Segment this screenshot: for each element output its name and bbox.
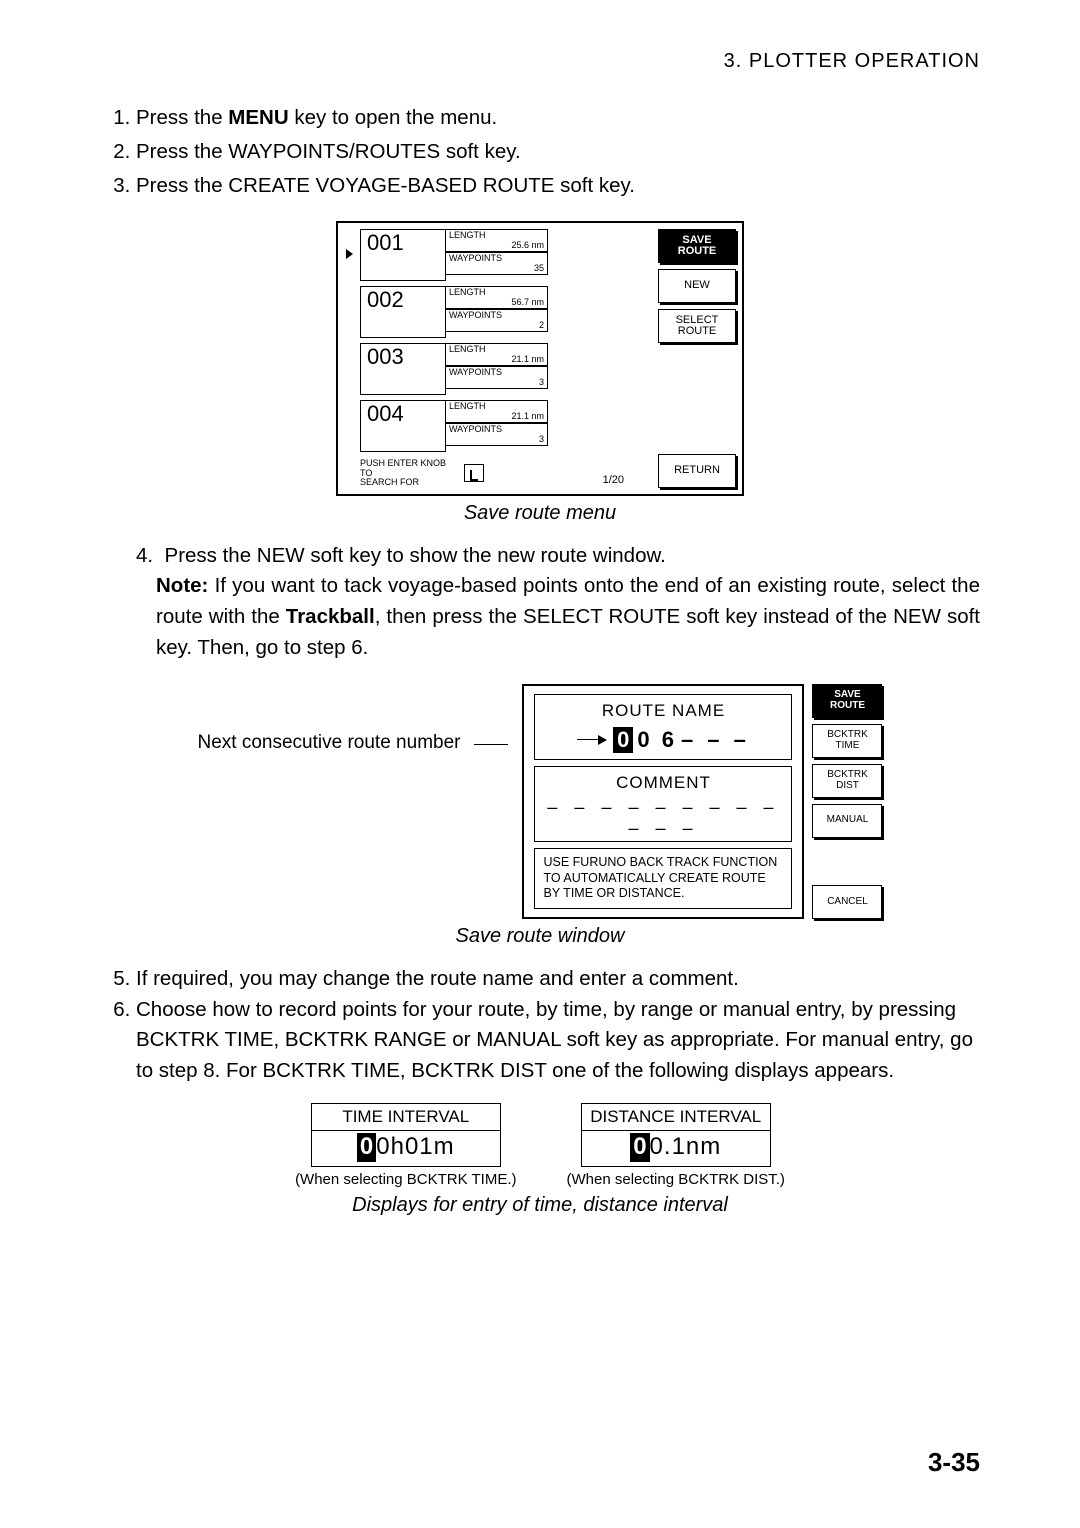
text: Press the WAYPOINTS/ROUTES soft key. [136,140,521,163]
note-label: Note: [156,574,208,597]
placeholder: – – – [681,727,750,753]
cursor-icon [470,470,478,481]
callout-label: Next consecutive route number [198,732,461,754]
pager: 1/20 [603,474,624,486]
route-row: 002 LENGTH56.7 nm WAYPOINTS2 [360,286,548,338]
route-row: 003 LENGTH21.1 nm WAYPOINTS3 [360,343,548,395]
route-id: 004 [360,400,446,452]
time-interval-box: TIME INTERVAL 00h01m [311,1103,501,1167]
text: BY TIME OR DISTANCE. [543,886,783,902]
label: TIME INTERVAL [312,1104,500,1131]
route-row: 001 LENGTH25.6 nm WAYPOINTS35 [360,229,548,281]
bcktrk-dist-button[interactable]: BCKTRKDIST [812,764,882,798]
label: WAYPOINTS [449,425,544,434]
text: SEARCH FOR [360,478,460,487]
value: 2 [449,321,544,330]
text: TO AUTOMATICALLY CREATE ROUTE [543,871,783,887]
steps-list-1: Press the MENU key to open the menu. Pre… [108,103,980,201]
label: DISTANCE INTERVAL [582,1104,770,1131]
placeholder: – – – – – – – – – – – – [543,793,783,839]
value: 3 [449,435,544,444]
value: 21.1 nm [449,412,544,421]
route-id: 001 [360,229,446,281]
list-num: 4. [136,544,153,567]
value: 0 6 [637,727,677,753]
value: 0h01m [376,1133,454,1160]
search-input-box[interactable] [464,464,484,482]
text: Press the NEW soft key to show the new r… [165,544,666,567]
manual-button[interactable]: MANUAL [812,804,882,838]
step-2: Press the WAYPOINTS/ROUTES soft key. [136,137,980,168]
route-id: 003 [360,343,446,395]
save-route-button[interactable]: SAVEROUTE [658,229,736,263]
label: WAYPOINTS [449,311,544,320]
figure3-caption: Displays for entry of time, distance int… [100,1194,980,1217]
route-row: 004 LENGTH21.1 nm WAYPOINTS3 [360,400,548,452]
figure-interval-displays: TIME INTERVAL 00h01m (When selecting BCK… [100,1103,980,1188]
distance-interval-box: DISTANCE INTERVAL 00.1nm [581,1103,771,1167]
label: ROUTE NAME [543,701,783,721]
search-row: PUSH ENTER KNOB TO SEARCH FOR [360,459,484,487]
step-4: 4. Press the NEW soft key to show the ne… [136,541,980,664]
step-3: Press the CREATE VOYAGE-BASED ROUTE soft… [136,171,980,202]
value: 25.6 nm [449,241,544,250]
page-number: 3-35 [928,1447,980,1478]
text: key to open the menu. [289,106,498,129]
value: 21.1 nm [449,355,544,364]
text-bold: Trackball [286,605,375,628]
cursor-char: 0 [630,1133,649,1162]
figure1-caption: Save route menu [100,502,980,525]
sub-caption: (When selecting BCKTRK DIST.) [567,1171,785,1188]
label: WAYPOINTS [449,254,544,263]
save-route-button[interactable]: SAVEROUTE [812,684,882,718]
hint-box: USE FURUNO BACK TRACK FUNCTION TO AUTOMA… [534,848,792,909]
label: COMMENT [543,773,783,793]
value: 35 [449,264,544,273]
route-name-box: ROUTE NAME 0 0 6 – – – [534,694,792,760]
cancel-button[interactable]: CANCEL [812,885,882,919]
step-6: Choose how to record points for your rou… [136,995,980,1087]
leader-line [474,744,508,745]
sub-caption: (When selecting BCKTRK TIME.) [295,1171,516,1188]
bcktrk-time-button[interactable]: BCKTRKTIME [812,724,882,758]
label: WAYPOINTS [449,368,544,377]
step-1: Press the MENU key to open the menu. [136,103,980,134]
cursor-triangle-icon [346,249,353,259]
comment-box: COMMENT – – – – – – – – – – – – [534,766,792,842]
text: PUSH ENTER KNOB TO [360,459,460,478]
text: USE FURUNO BACK TRACK FUNCTION [543,855,783,871]
section-header: 3. PLOTTER OPERATION [100,50,980,73]
route-id: 002 [360,286,446,338]
cursor-char: 0 [613,727,633,753]
steps-list-2: If required, you may change the route na… [108,964,980,1087]
value: 3 [449,378,544,387]
text-bold: MENU [228,106,288,129]
value: 0.1nm [650,1133,722,1160]
new-button[interactable]: NEW [658,269,736,303]
text: Press the CREATE VOYAGE-BASED ROUTE soft… [136,174,635,197]
figure2-caption: Save route window [100,925,980,948]
value: 56.7 nm [449,298,544,307]
select-route-button[interactable]: SELECTROUTE [658,309,736,343]
step-5: If required, you may change the route na… [136,964,980,995]
cursor-char: 0 [357,1133,376,1162]
figure-save-route-window: Next consecutive route number ROUTE NAME… [100,684,980,919]
arrow-icon [577,739,605,740]
figure-save-route-menu: 001 LENGTH25.6 nm WAYPOINTS35 002 LENGTH… [336,221,744,495]
text: Press the [136,106,228,129]
return-button[interactable]: RETURN [658,454,736,488]
